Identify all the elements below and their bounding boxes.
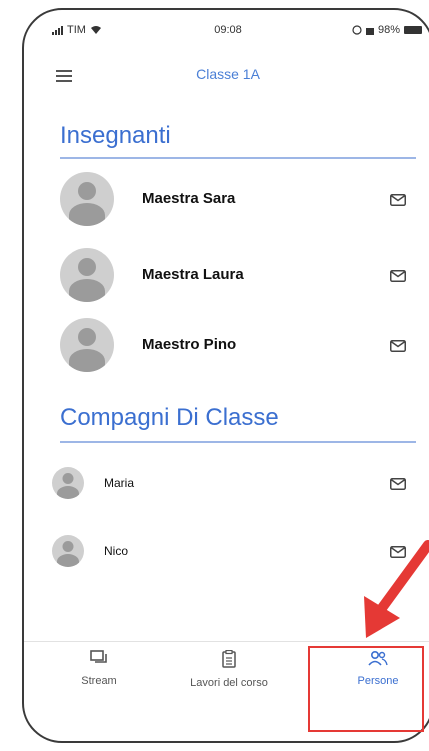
red-arrow-annotation (364, 540, 429, 638)
